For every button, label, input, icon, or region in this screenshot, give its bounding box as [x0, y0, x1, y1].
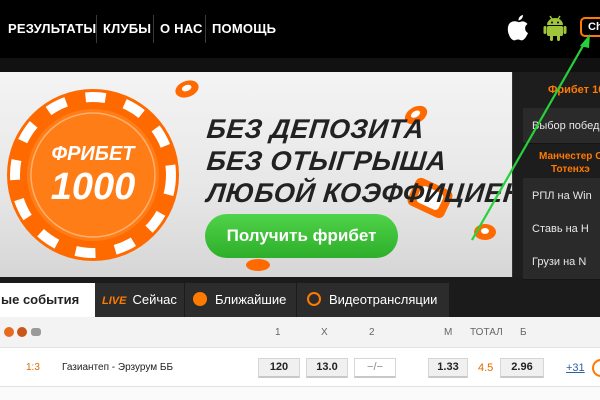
annotation-arrow — [471, 34, 590, 241]
page-root: РЕЗУЛЬТАТЫ КЛУБЫ О НАС ПОМОЩЬ Ch ФРИБЕТ … — [0, 0, 600, 400]
